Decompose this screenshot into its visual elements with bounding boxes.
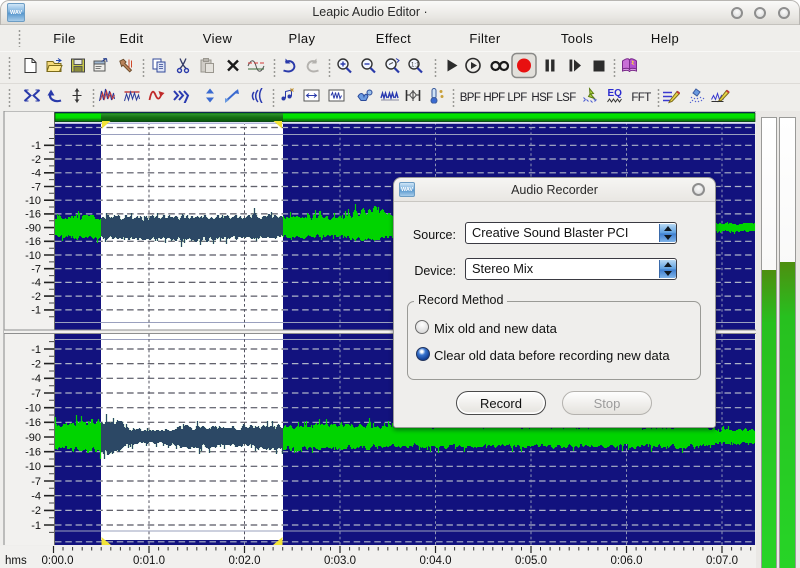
svg-text:EQ: EQ <box>608 88 623 99</box>
svg-text:-7: -7 <box>31 476 41 488</box>
svg-text:-7: -7 <box>31 388 41 400</box>
svg-text:-16: -16 <box>25 447 41 459</box>
svg-text:-16: -16 <box>25 236 41 248</box>
svg-text:0:02.0: 0:02.0 <box>229 555 261 567</box>
svg-text:-4: -4 <box>31 277 41 289</box>
svg-text:-16: -16 <box>25 209 41 221</box>
svg-text:-10: -10 <box>25 250 41 262</box>
svg-text:-1: -1 <box>31 305 41 317</box>
svg-text:-4: -4 <box>31 491 41 503</box>
svg-text:-10: -10 <box>25 195 41 207</box>
svg-text:-4: -4 <box>31 373 41 385</box>
svg-text:0:03.0: 0:03.0 <box>324 555 356 567</box>
svg-text:-10: -10 <box>25 461 41 473</box>
svg-text:1:1: 1:1 <box>411 63 420 69</box>
svg-text:0:05.0: 0:05.0 <box>515 555 547 567</box>
svg-text:hms: hms <box>5 555 27 567</box>
svg-text:0:00.0: 0:00.0 <box>42 555 74 567</box>
svg-text:-16: -16 <box>25 417 41 429</box>
svg-text:0:07.0: 0:07.0 <box>706 555 738 567</box>
svg-text:-90: -90 <box>25 222 41 234</box>
svg-text:-90: -90 <box>25 432 41 444</box>
svg-text:-2: -2 <box>31 291 41 303</box>
svg-text:-1: -1 <box>31 520 41 532</box>
svg-text:-2: -2 <box>31 154 41 166</box>
svg-text:-10: -10 <box>25 403 41 415</box>
svg-text:-4: -4 <box>31 168 41 180</box>
svg-text:-1: -1 <box>31 140 41 152</box>
svg-text:-2: -2 <box>31 358 41 370</box>
svg-text:0:06.0: 0:06.0 <box>611 555 643 567</box>
svg-text:0:01.0: 0:01.0 <box>133 555 165 567</box>
svg-text:-2: -2 <box>31 505 41 517</box>
svg-text:-7: -7 <box>31 264 41 276</box>
svg-text:-1: -1 <box>31 344 41 356</box>
svg-text:0:04.0: 0:04.0 <box>420 555 452 567</box>
svg-text:-7: -7 <box>31 181 41 193</box>
